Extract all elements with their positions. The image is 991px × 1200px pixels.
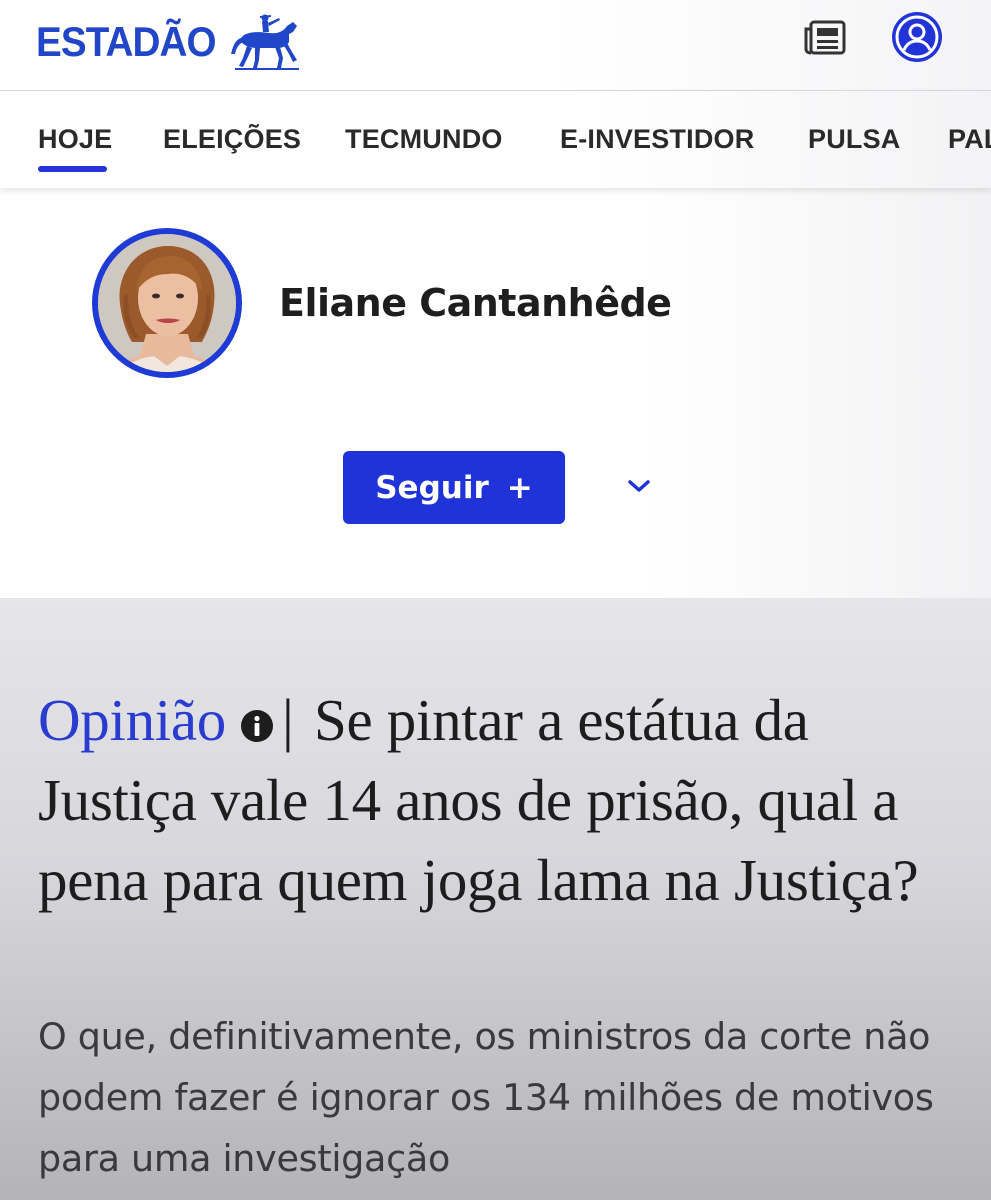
author-photo	[98, 234, 236, 372]
nav-item-eleicoes[interactable]: ELEIÇÕES	[163, 124, 301, 155]
author-header: Eliane Cantanhêde Seguir +	[0, 188, 991, 598]
main-nav: HOJE ELEIÇÕES TECMUNDO E-INVESTIDOR PULS…	[0, 91, 991, 188]
info-icon[interactable]	[240, 709, 274, 743]
article-header: Opinião | Se pintar a estátua da Justiça…	[0, 598, 991, 1200]
nav-item-hoje[interactable]: HOJE	[38, 124, 112, 155]
active-tab-indicator	[38, 166, 107, 172]
top-bar: ESTADÃO	[0, 0, 991, 91]
plus-icon: +	[506, 469, 533, 506]
author-name[interactable]: Eliane Cantanhêde	[279, 281, 672, 325]
nav-item-pulsa[interactable]: PULSA	[808, 124, 901, 155]
nav-item-tecmundo[interactable]: TECMUNDO	[345, 124, 503, 155]
article-headline[interactable]: Opinião | Se pintar a estátua da Justiça…	[38, 680, 958, 920]
user-account-icon[interactable]	[890, 10, 944, 64]
nav-item-partial[interactable]: PAL	[948, 124, 991, 155]
newspaper-icon[interactable]	[803, 19, 847, 57]
section-label[interactable]: Opinião	[38, 687, 226, 753]
logo-text: ESTADÃO	[36, 18, 217, 65]
author-avatar[interactable]	[92, 228, 242, 378]
chevron-down-icon[interactable]	[623, 474, 655, 498]
estadao-logo[interactable]: ESTADÃO	[36, 12, 301, 72]
horse-rider-logo-icon	[231, 14, 300, 70]
article-subtitle: O que, definitivamente, os ministros da …	[38, 1015, 934, 1180]
nav-item-e-investidor[interactable]: E-INVESTIDOR	[560, 124, 754, 155]
follow-button[interactable]: Seguir +	[343, 451, 565, 524]
follow-button-label: Seguir	[375, 469, 489, 506]
headline-separator: |	[281, 687, 294, 753]
